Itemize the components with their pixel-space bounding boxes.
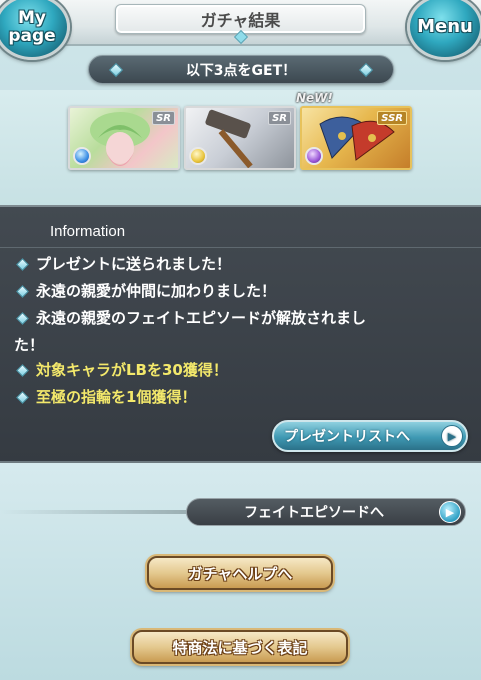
light-element-icon [189, 147, 207, 165]
info-message: 対象キャラがLBを30獲得！ [14, 357, 454, 383]
divider [0, 247, 481, 248]
diamond-icon [108, 62, 124, 78]
reward-card-1[interactable]: SR [68, 106, 180, 170]
info-message-text: 永遠の親愛のフェイトエピソードが解放されまし [36, 309, 367, 327]
mypage-button[interactable]: My page [0, 0, 70, 60]
bullet-diamond-icon [16, 258, 29, 271]
legal-notice-button[interactable]: 特商法に基づく表記 [132, 630, 348, 664]
get-banner: 以下3点をGET！ [88, 55, 394, 84]
rarity-badge: SR [268, 111, 291, 125]
bullet-diamond-icon [16, 285, 29, 298]
fate-episode-label: フェイトエピソードへ [244, 505, 384, 521]
info-message-text: 至極の指輪を1個獲得！ [36, 388, 197, 406]
play-arrow-icon: ▶ [441, 425, 463, 447]
info-message-continuation: た！ [14, 332, 454, 358]
dark-element-icon [305, 147, 323, 165]
info-message-text: 対象キャラがLBを30獲得！ [36, 361, 228, 379]
fate-episode-button[interactable]: フェイトエピソードへ ▶ [186, 498, 466, 526]
play-arrow-icon: ▶ [439, 501, 461, 523]
gacha-result-screen: ガチャ結果 My page Menu SR SR SSR NeW! 以下3点をG… [0, 0, 481, 680]
rarity-badge: SR [152, 111, 175, 125]
bullet-diamond-icon [16, 312, 29, 325]
info-message-text: 永遠の親愛が仲間に加わりました！ [36, 282, 277, 300]
new-label: NeW! [296, 91, 333, 105]
present-list-button[interactable]: プレゼントリストへ ▶ [272, 420, 468, 452]
get-banner-text: 以下3点をGET！ [185, 62, 297, 79]
reward-cards-area: SR SR SSR [0, 90, 481, 205]
menu-button[interactable]: Menu [407, 0, 481, 60]
divider [0, 510, 190, 514]
bullet-diamond-icon [16, 391, 29, 404]
info-message-text: プレゼントに送られました！ [36, 255, 232, 273]
reward-card-3[interactable]: SSR [300, 106, 412, 170]
rarity-badge: SSR [377, 111, 407, 125]
reward-card-2[interactable]: SR [184, 106, 296, 170]
info-message: 永遠の親愛が仲間に加わりました！ [14, 278, 454, 304]
gacha-help-button[interactable]: ガチャヘルプへ [147, 556, 333, 590]
bullet-diamond-icon [16, 364, 29, 377]
info-message: プレゼントに送られました！ [14, 251, 454, 277]
info-message: 永遠の親愛のフェイトエピソードが解放されまし [14, 305, 454, 331]
info-message: 至極の指輪を1個獲得！ [14, 384, 454, 410]
info-message-text: た！ [14, 336, 45, 354]
present-list-label: プレゼントリストへ [284, 429, 410, 445]
diamond-icon [358, 62, 374, 78]
information-heading: Information [50, 223, 126, 240]
wind-element-icon [73, 147, 91, 165]
